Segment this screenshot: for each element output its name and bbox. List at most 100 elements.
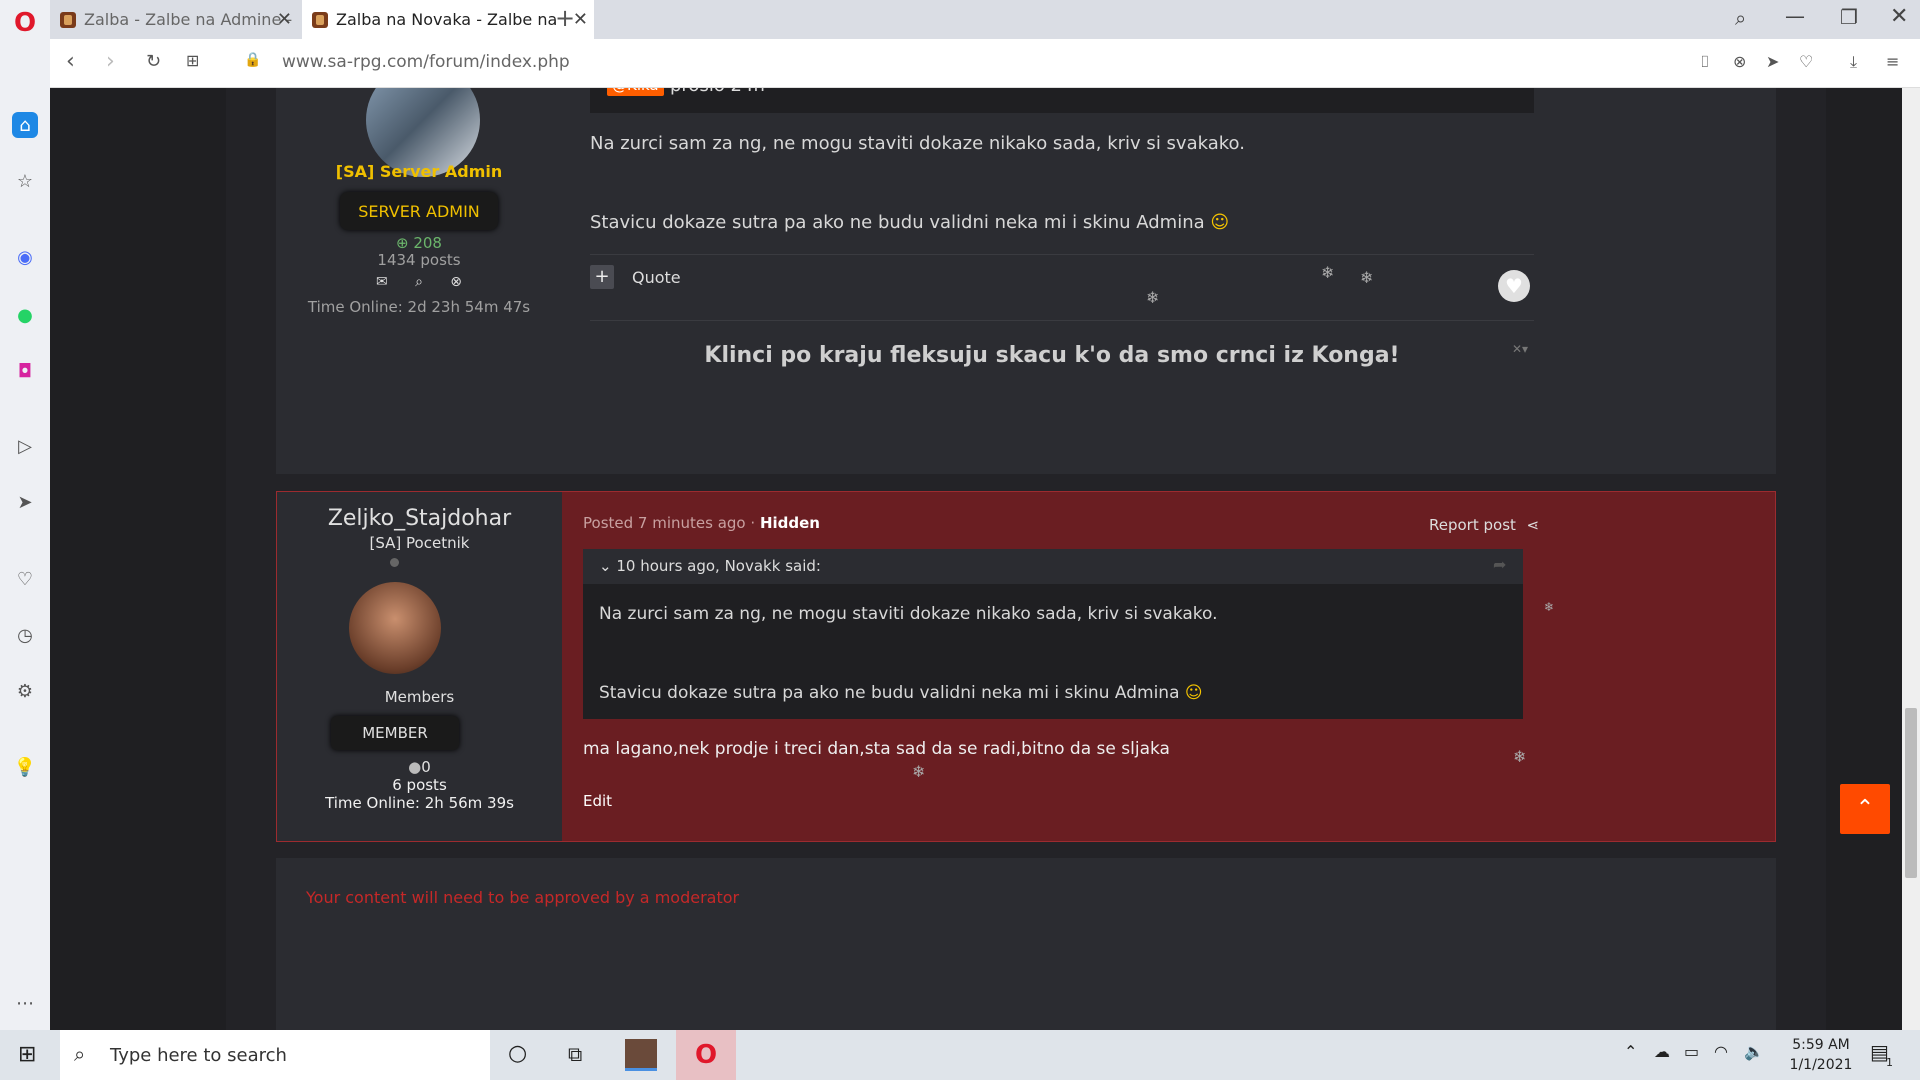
wifi-icon[interactable]: ◠ <box>1714 1042 1728 1061</box>
web-page: [SA] Server Admin SERVER ADMIN ⊕ 208 143… <box>50 88 1902 1030</box>
posted-time[interactable]: 7 minutes ago <box>638 514 746 532</box>
url-field[interactable]: www.sa-rpg.com/forum/index.php <box>282 52 570 72</box>
volume-icon[interactable]: 🔈 <box>1744 1042 1764 1061</box>
reply-area: Your content will need to be approved by… <box>276 858 1776 1030</box>
search-tabs-icon[interactable]: ⌕ <box>1735 6 1746 30</box>
tray-expand-icon[interactable]: ⌃ <box>1624 1042 1637 1061</box>
send-icon[interactable]: ➤ <box>1766 52 1779 71</box>
share-icon[interactable]: ⋖ <box>1527 516 1540 534</box>
posted-label: Posted <box>583 514 634 532</box>
close-window-icon[interactable]: ✕ <box>1890 4 1908 29</box>
clock[interactable]: 5:59 AM 1/1/2021 <box>1776 1035 1866 1075</box>
page-scrollbar[interactable] <box>1902 88 1920 1030</box>
notification-count: 1 <box>1886 1056 1893 1069</box>
tab-bar: Zalba - Zalbe na Admine - ✕ Zalba na Nov… <box>50 0 1920 39</box>
message-icon[interactable]: ✉ <box>376 274 388 290</box>
cortana-icon[interactable]: ○ <box>508 1041 527 1066</box>
heart-icon[interactable]: ♡ <box>1799 52 1813 71</box>
history-icon[interactable]: ◷ <box>12 622 38 648</box>
easy-setup-icon[interactable]: ≡ <box>1886 52 1899 71</box>
search-icon[interactable]: ⌕ <box>415 274 423 290</box>
messenger-icon[interactable]: ◉ <box>12 244 38 270</box>
close-tab-icon[interactable]: ✕ <box>573 9 588 30</box>
browser-sidebar: O ⌂ ☆ ◉ ● ◘ ▷ ➤ ♡ ◷ ⚙ 💡 ⋯ <box>0 0 50 1030</box>
snowflake-icon: ❄ <box>1321 263 1335 282</box>
report-post-link[interactable]: Report post ⋖ <box>1429 516 1539 534</box>
quote-line2: Stavicu dokaze sutra pa ako ne budu vali… <box>599 683 1203 703</box>
tab-label: Zalba na Novaka - Zalbe na <box>336 10 558 29</box>
snowflake-icon: ❄ <box>1544 600 1555 614</box>
close-tab-icon[interactable]: ✕ <box>277 9 292 30</box>
taskbar-search[interactable]: ⌕ Type here to search <box>60 1030 490 1080</box>
signature-divider <box>590 320 1534 321</box>
download-icon[interactable]: ⤓ <box>1850 52 1857 72</box>
signature-collapse-icon[interactable]: ✕▾ <box>1512 342 1528 356</box>
snapshot-icon[interactable]: ⌷ <box>1700 52 1710 72</box>
opera-logo-icon[interactable]: O <box>12 8 38 38</box>
tab-zalba-novaka[interactable]: Zalba na Novaka - Zalbe na ✕ <box>302 0 594 39</box>
post-body-line1: Na zurci sam za ng, ne mogu staviti doka… <box>590 133 1245 154</box>
hidden-label: Hidden <box>759 514 820 532</box>
forward-icon[interactable]: › <box>106 49 115 74</box>
tab-grid-icon[interactable]: ⊞ <box>186 51 199 70</box>
adblock-icon[interactable]: ⊗ <box>1733 52 1746 71</box>
online-status-dot <box>390 558 399 567</box>
scrollbar-thumb[interactable] <box>1905 708 1917 878</box>
restore-icon[interactable]: ❐ <box>1840 5 1858 29</box>
heart-icon[interactable]: ♡ <box>12 566 38 592</box>
reputation-value: 208 <box>413 234 442 252</box>
author-column: Zeljko_Stajdohar [SA] Pocetnik Members M… <box>277 492 562 841</box>
bookmark-star-icon[interactable]: ☆ <box>12 168 38 194</box>
address-bar: ‹ › ↻ ⊞ 🔒 www.sa-rpg.com/forum/index.php… <box>50 39 1920 88</box>
settings-icon[interactable]: ⚙ <box>12 678 38 704</box>
minimize-icon[interactable]: — <box>1785 4 1805 28</box>
author-name[interactable]: Zeljko_Stajdohar <box>277 506 562 531</box>
opera-taskbar-icon[interactable]: O <box>676 1030 736 1080</box>
quote-header: ⌄ 10 hours ago, Novakk said: ➦ <box>583 549 1523 584</box>
home-icon[interactable]: ⌂ <box>12 112 38 138</box>
reputation: ●0 <box>277 758 562 776</box>
time-online: Time Online: 2h 56m 39s <box>325 794 514 812</box>
reload-icon[interactable]: ↻ <box>146 51 161 72</box>
neutral-rep-icon: ● <box>408 758 422 776</box>
send-icon[interactable]: ➤ <box>12 489 38 515</box>
back-icon[interactable]: ‹ <box>66 49 75 74</box>
whatsapp-icon[interactable]: ● <box>12 302 38 328</box>
rank-badge-label: SERVER ADMIN <box>358 201 480 221</box>
new-tab-icon[interactable]: + <box>555 4 575 32</box>
like-heart-icon[interactable]: ♥ <box>1498 270 1530 302</box>
scroll-to-top-button[interactable]: ⌃ <box>1840 784 1890 834</box>
player-icon[interactable]: ▷ <box>12 433 38 459</box>
post-body: ma lagano,nek prodje i treci dan,sta sad… <box>583 739 1170 759</box>
onedrive-icon[interactable]: ☁ <box>1654 1042 1670 1061</box>
reputation: ⊕ 208 <box>396 234 442 252</box>
windows-start-icon[interactable]: ⊞ <box>18 1042 36 1067</box>
multiquote-plus-button[interactable]: + <box>590 265 614 289</box>
battery-icon[interactable]: ▭ <box>1684 1042 1699 1061</box>
divider <box>590 254 1534 255</box>
avatar[interactable] <box>349 582 441 674</box>
share-quote-icon[interactable]: ➦ <box>1493 555 1506 574</box>
more-icon[interactable]: ⋯ <box>12 990 38 1016</box>
time-online: Time Online: 2d 23h 54m 47s <box>307 298 531 316</box>
post-meta: Posted 7 minutes ago · Hidden <box>583 514 820 532</box>
report-label: Report post <box>1429 516 1516 534</box>
task-view-icon[interactable]: ⧉ <box>568 1042 582 1066</box>
quote-button[interactable]: Quote <box>632 268 681 287</box>
tab-zalba-admine[interactable]: Zalba - Zalbe na Admine - ✕ <box>60 0 298 39</box>
photo-app-icon[interactable] <box>625 1039 657 1071</box>
tips-bulb-icon[interactable]: 💡 <box>12 754 38 780</box>
edit-link[interactable]: Edit <box>583 792 612 810</box>
quote-line1: Na zurci sam za ng, ne mogu staviti doka… <box>599 604 1218 624</box>
close-icon[interactable]: ⊗ <box>450 274 462 290</box>
post-hidden: Zeljko_Stajdohar [SA] Pocetnik Members M… <box>276 491 1776 842</box>
smiley-icon: ☺ <box>1184 683 1203 703</box>
windows-taskbar: ⊞ ⌕ Type here to search ○ ⧉ O ⌃ ☁ ▭ ◠ 🔈 … <box>0 1030 1920 1080</box>
lock-icon: 🔒 <box>244 52 262 68</box>
site-favicon <box>312 11 328 28</box>
chevron-down-icon[interactable]: ⌄ <box>599 557 612 575</box>
mention-tag[interactable]: @Kika <box>607 88 664 96</box>
instagram-icon[interactable]: ◘ <box>12 358 38 384</box>
rank-badge-label: MEMBER <box>362 724 428 742</box>
snowflake-icon: ❄ <box>1360 268 1374 287</box>
